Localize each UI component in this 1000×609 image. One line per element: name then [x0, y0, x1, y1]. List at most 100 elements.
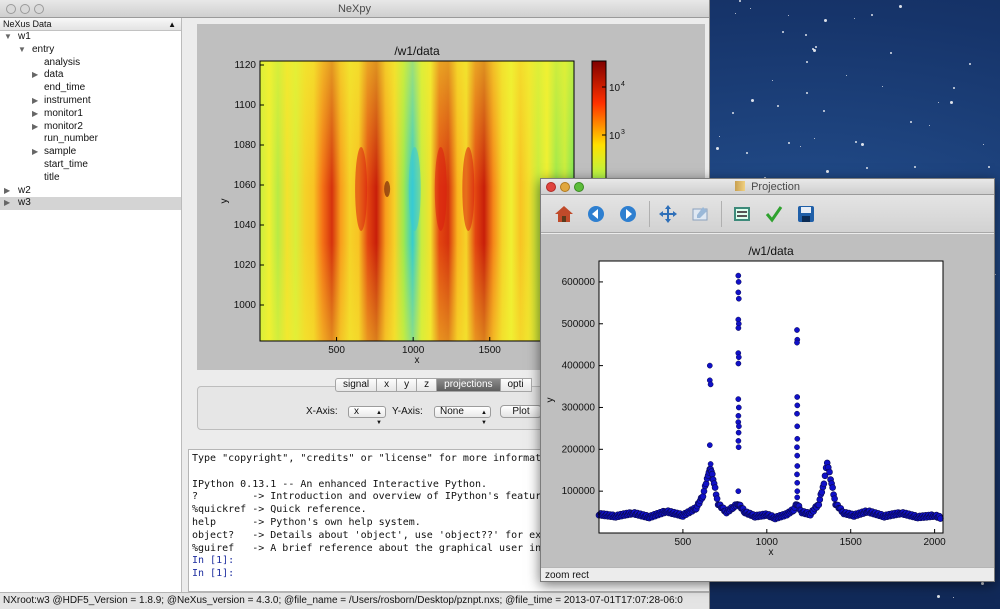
star-dot [806, 92, 809, 95]
expanded-arrow-icon[interactable]: ▼ [4, 31, 12, 44]
x-axis-select[interactable]: x ▲ ▼ [348, 406, 386, 426]
scatter-point [794, 327, 800, 333]
y-tick-label: 1120 [234, 60, 256, 71]
star-dot [953, 87, 956, 90]
sort-arrow-icon: ▲ [168, 20, 176, 29]
edit-icon[interactable] [763, 203, 785, 225]
scatter-point [735, 360, 742, 367]
tree-item[interactable]: ▶ data [0, 69, 181, 82]
heatmap-peak [434, 147, 447, 231]
tree-item[interactable]: ▶ instrument [0, 95, 181, 108]
close-window-button[interactable] [6, 4, 16, 14]
scatter-point [735, 438, 742, 444]
x-axis-label: X-Axis: [306, 406, 338, 417]
scatter-point [794, 402, 801, 409]
tab-projections[interactable]: projections [437, 378, 501, 392]
tree-item[interactable]: ▶ monitor2 [0, 121, 181, 134]
tree-item[interactable]: title [0, 172, 181, 185]
star-dot [914, 165, 917, 168]
zoom-icon[interactable] [689, 203, 711, 225]
y-tick-label: 200000 [562, 444, 596, 455]
zoom-window-button[interactable] [34, 4, 44, 14]
minimize-window-button[interactable] [20, 4, 30, 14]
tree-item[interactable]: ▶ w2 [0, 185, 181, 198]
tab-signal[interactable]: signal [335, 378, 378, 392]
tree-item[interactable]: start_time [0, 159, 181, 172]
scatter-point [794, 394, 801, 400]
x-axis-title: x [415, 355, 420, 366]
y-tick-label: 1080 [234, 140, 257, 151]
save-icon[interactable] [795, 203, 817, 225]
y-axis-label: Y-Axis: [392, 406, 423, 417]
tree-item-label: title [44, 171, 60, 183]
projection-figure[interactable]: /w1/data 500 1000 1500 2000 100000 200000 30000… [541, 234, 995, 567]
star-dot [929, 125, 931, 127]
y-tick-label: 100000 [562, 486, 596, 497]
y-tick-label: 400000 [562, 361, 596, 372]
tree-item[interactable]: ▶ w3 [0, 197, 181, 211]
scatter-point [706, 442, 713, 448]
tree-item-label: instrument [44, 94, 91, 106]
scatter-point [735, 404, 742, 411]
expanded-arrow-icon[interactable]: ▼ [18, 44, 26, 57]
collapsed-arrow-icon[interactable]: ▶ [32, 146, 38, 159]
collapsed-arrow-icon[interactable]: ▶ [32, 69, 38, 82]
configure-subplots-icon[interactable] [731, 203, 753, 225]
tab-x[interactable]: x [377, 378, 398, 392]
plot-button[interactable]: Plot [500, 405, 542, 418]
scatter-point [794, 452, 801, 459]
y-tick-label: 1000 [234, 300, 257, 311]
star-dot [823, 19, 827, 23]
scatter-point [735, 488, 742, 495]
scatter-point [707, 381, 714, 388]
star-dot [899, 4, 903, 8]
colorbar-tick-exponent: 4 [621, 81, 625, 88]
plot-options-tabs: signal x y z projections opti [335, 378, 532, 392]
tree-item[interactable]: end_time [0, 82, 181, 95]
main-titlebar: NeXpy [0, 0, 709, 18]
matplotlib-toolbar [541, 195, 994, 233]
tree-header[interactable]: NeXus Data ▲ [0, 18, 181, 31]
tab-y[interactable]: y [397, 378, 418, 392]
toolbar-separator [721, 201, 722, 227]
scatter-point [706, 362, 713, 369]
minimize-window-button[interactable] [560, 182, 570, 192]
tree-item[interactable]: ▶ sample [0, 146, 181, 159]
tree-item[interactable]: analysis [0, 57, 181, 70]
star-dot [860, 143, 864, 147]
scatter-point [815, 501, 823, 509]
forward-icon[interactable] [617, 203, 639, 225]
back-icon[interactable] [585, 203, 607, 225]
star-dot [777, 105, 780, 108]
collapsed-arrow-icon[interactable]: ▶ [4, 185, 10, 198]
close-window-button[interactable] [546, 182, 556, 192]
x-tick-label: 1000 [402, 345, 425, 356]
star-dot [805, 61, 808, 64]
collapsed-arrow-icon[interactable]: ▶ [32, 121, 38, 134]
heatmap-peak [355, 147, 368, 231]
tree-item[interactable]: ▼ w1 [0, 31, 181, 44]
pan-icon[interactable] [657, 203, 679, 225]
tab-opti[interactable]: opti [500, 378, 532, 392]
projection-plot-panel[interactable]: /w1/data 500 1000 1500 2000 100000 200000 30000… [541, 234, 995, 567]
tree-item[interactable]: ▶ monitor1 [0, 108, 181, 121]
scatter-point [735, 444, 742, 451]
tree-item[interactable]: ▼ entry [0, 44, 181, 57]
star-dot [952, 596, 954, 598]
collapsed-arrow-icon[interactable]: ▶ [32, 108, 38, 121]
star-dot [814, 46, 817, 49]
tab-z[interactable]: z [417, 378, 438, 392]
collapsed-arrow-icon[interactable]: ▶ [4, 197, 10, 210]
y-tick-label: 600000 [562, 277, 596, 288]
star-dot [715, 147, 719, 151]
zoom-window-button[interactable] [574, 182, 584, 192]
y-axis-select[interactable]: None ▲ ▼ [434, 406, 491, 426]
collapsed-arrow-icon[interactable]: ▶ [32, 95, 38, 108]
scatter-point [711, 484, 719, 491]
scatter-point [794, 410, 800, 417]
scatter-point [709, 470, 716, 478]
tree-item-label: run_number [44, 133, 98, 145]
home-icon[interactable] [553, 203, 575, 225]
select-arrows-icon: ▲ ▼ [376, 410, 382, 426]
tree-item[interactable]: run_number [0, 133, 181, 146]
